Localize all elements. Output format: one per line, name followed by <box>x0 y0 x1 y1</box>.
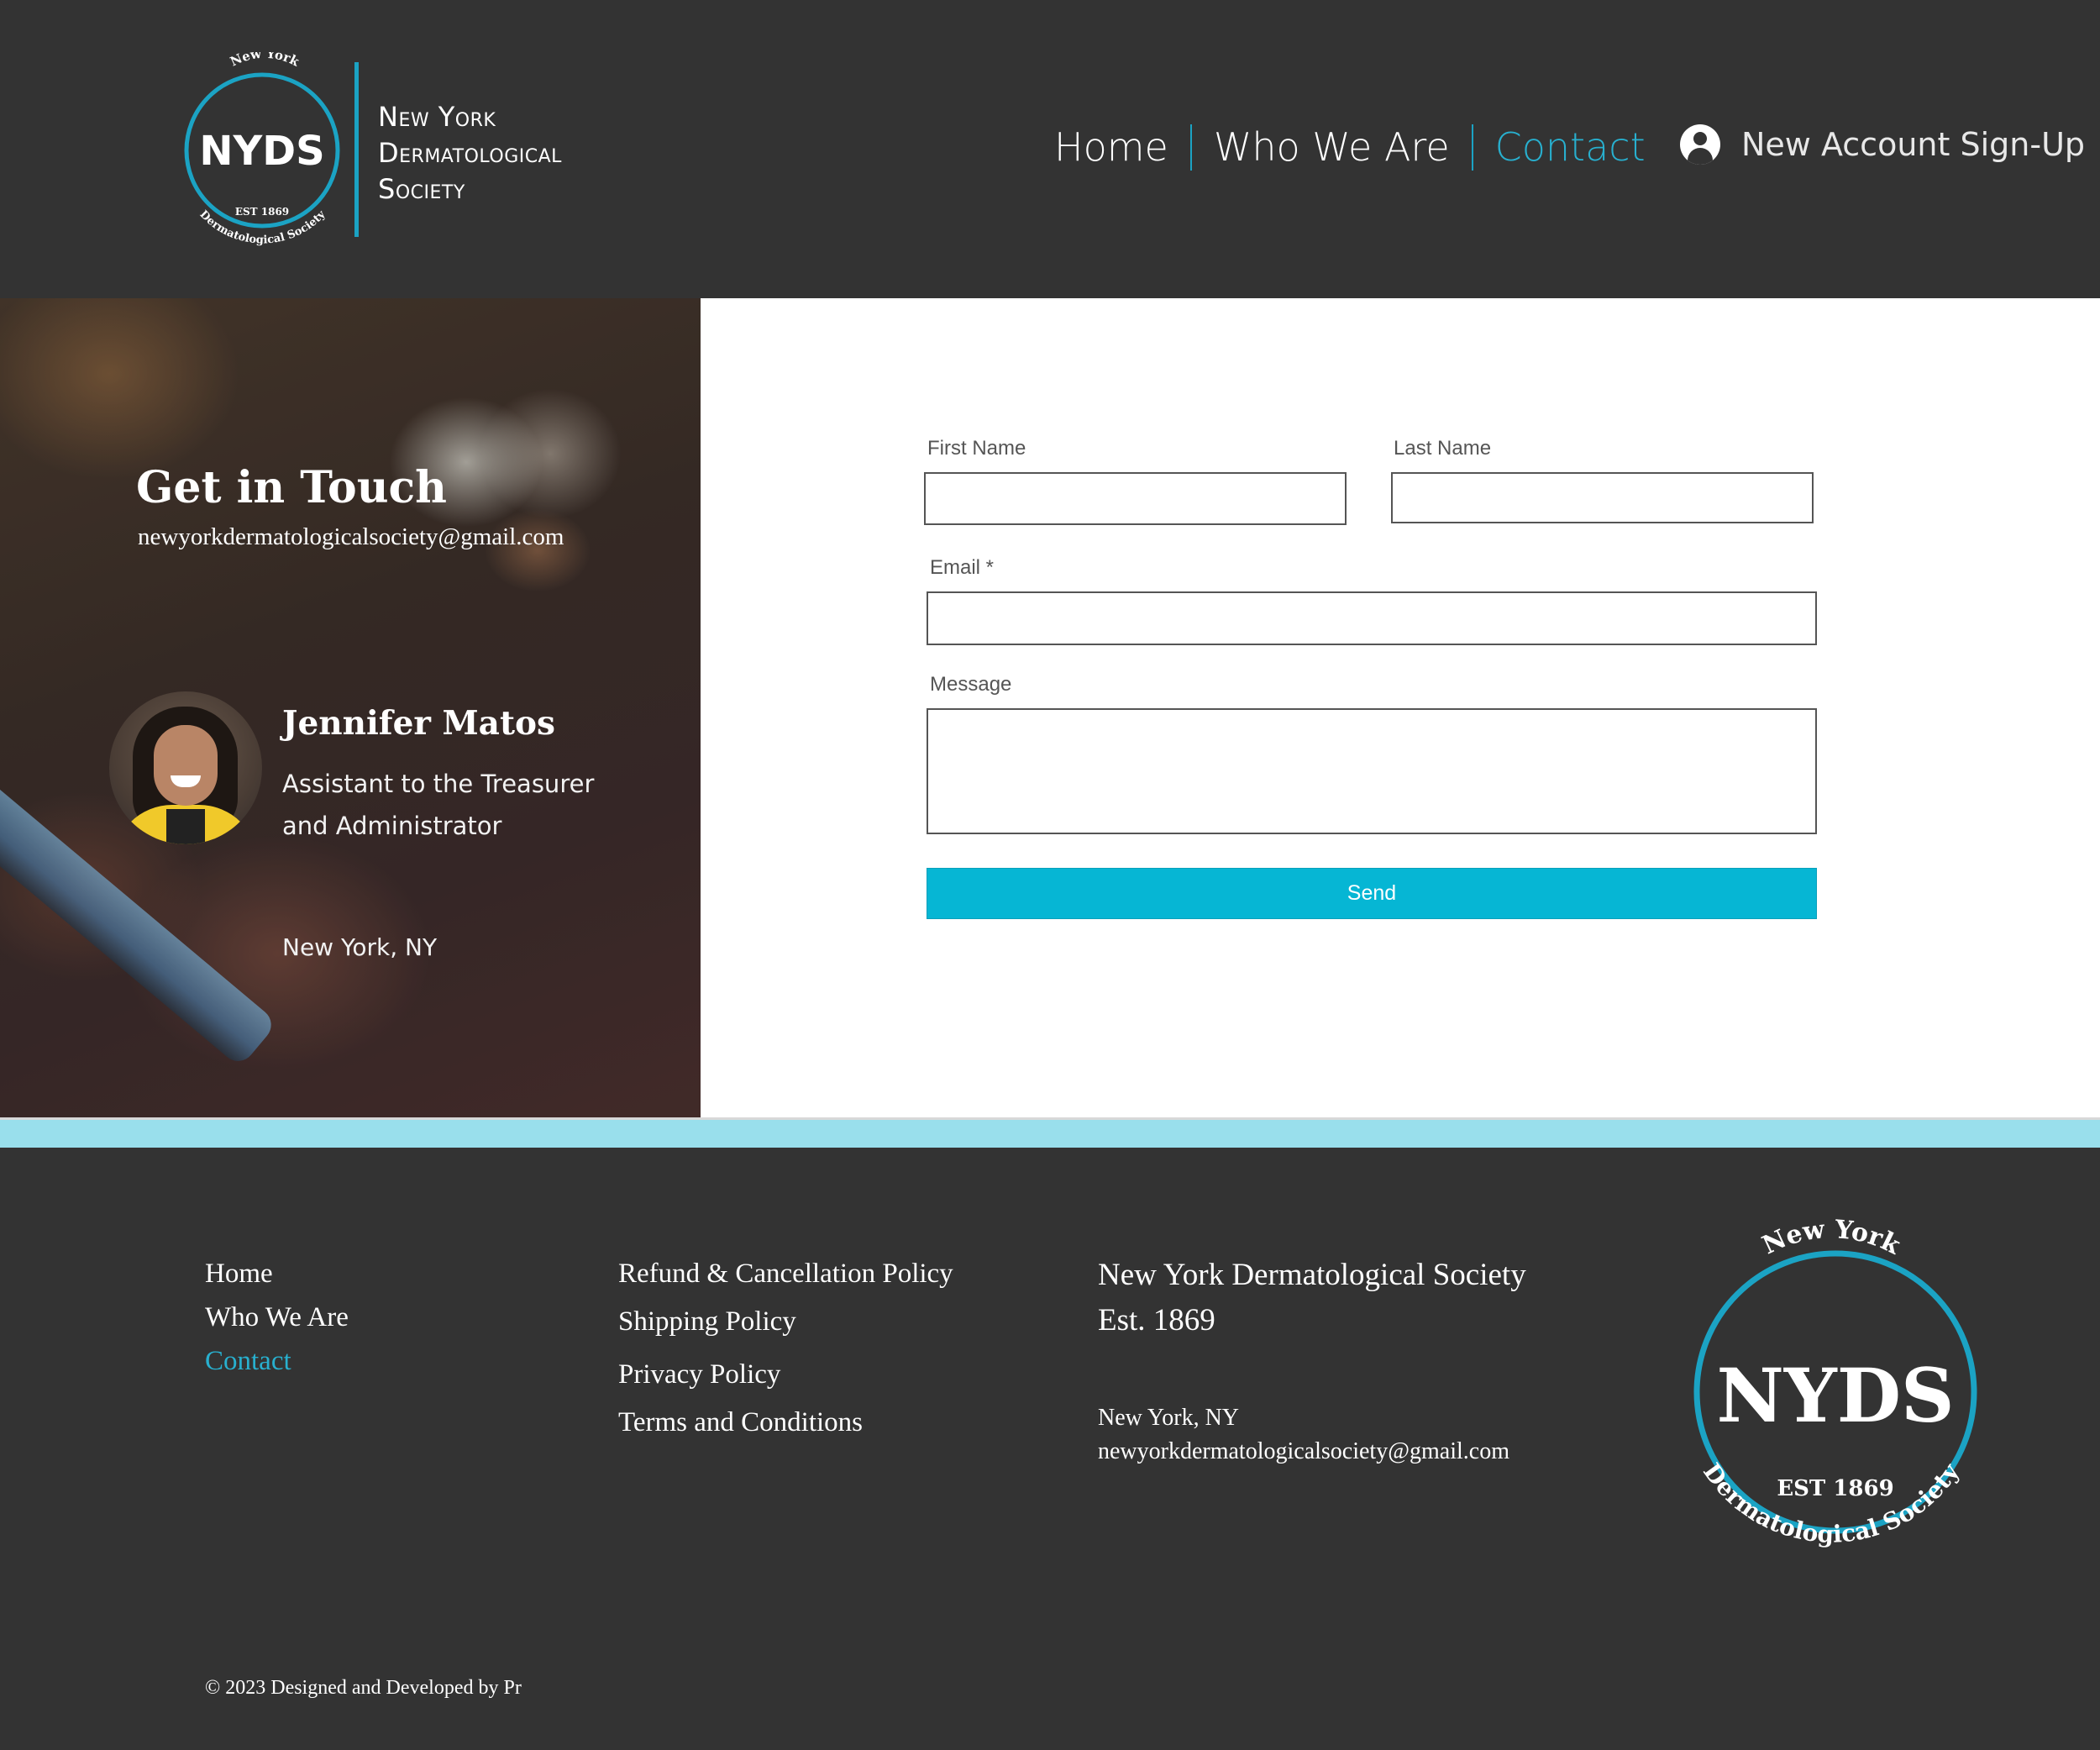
main-nav: Home Who We Are Contact <box>1054 118 1667 176</box>
footer-link-shipping-policy[interactable]: Shipping Policy <box>618 1306 796 1337</box>
contact-person-role: Assistant to the Treasurer and Administr… <box>282 770 595 840</box>
svg-text:New York: New York <box>228 52 302 70</box>
send-button[interactable]: Send <box>927 868 1817 919</box>
avatar <box>109 691 262 844</box>
email-label: Email * <box>930 556 995 579</box>
footer-location: New York, NY <box>1098 1405 1240 1431</box>
svg-text:EST 1869: EST 1869 <box>1777 1476 1893 1501</box>
nyds-seal-logo[interactable]: New York NYDS EST 1869 Dermatological So… <box>176 46 349 250</box>
wordmark-line: Society <box>378 173 465 205</box>
svg-text:EST 1869: EST 1869 <box>235 206 289 218</box>
copyright: © 2023 Designed and Developed by Pr <box>205 1677 522 1699</box>
site-footer: Home Who We Are Contact Refund & Cancell… <box>0 1148 2100 1750</box>
email-field[interactable] <box>927 591 1817 645</box>
footer-nyds-seal-logo: New York NYDS EST 1869 Dermatological So… <box>1676 1203 1995 1560</box>
signup-label: New Account Sign-Up <box>1741 126 2086 163</box>
nav-home[interactable]: Home <box>1054 122 1190 172</box>
first-name-field[interactable] <box>924 472 1347 525</box>
nav-who-we-are[interactable]: Who We Are <box>1192 122 1472 172</box>
site-header: New York NYDS EST 1869 Dermatological So… <box>0 0 2100 298</box>
last-name-field[interactable] <box>1391 472 1814 523</box>
footer-link-who-we-are[interactable]: Who We Are <box>205 1302 349 1333</box>
wordmark-line: New York <box>378 101 496 133</box>
footer-link-home[interactable]: Home <box>205 1259 273 1290</box>
new-account-signup-button[interactable]: New Account Sign-Up <box>1680 124 2085 165</box>
contact-location: New York, NY <box>282 933 438 961</box>
footer-link-terms[interactable]: Terms and Conditions <box>618 1407 863 1438</box>
svg-text:Dermatological Society: Dermatological Society <box>1698 1458 1965 1548</box>
user-account-icon <box>1680 124 1720 165</box>
svg-text:NYDS: NYDS <box>1716 1352 1954 1439</box>
logo-wordmark[interactable]: New York Dermatological Society <box>378 99 562 208</box>
svg-text:NYDS: NYDS <box>199 128 324 175</box>
footer-org-est: Est. 1869 <box>1098 1303 1215 1337</box>
footer-link-privacy-policy[interactable]: Privacy Policy <box>618 1359 780 1390</box>
accent-strip <box>0 1117 2100 1148</box>
footer-link-contact[interactable]: Contact <box>205 1346 291 1377</box>
last-name-label: Last Name <box>1394 437 1492 460</box>
contact-info-panel: Get in Touch newyorkdermatologicalsociet… <box>0 298 701 1117</box>
wordmark-line: Dermatological <box>378 137 562 169</box>
contact-email[interactable]: newyorkdermatologicalsociety@gmail.com <box>138 519 575 554</box>
message-label: Message <box>930 673 1012 696</box>
contact-form: First Name Last Name Email * Message Sen… <box>701 298 2100 1117</box>
footer-link-refund-policy[interactable]: Refund & Cancellation Policy <box>618 1259 953 1290</box>
nav-contact[interactable]: Contact <box>1473 122 1667 172</box>
get-in-touch-heading: Get in Touch <box>136 462 447 513</box>
first-name-label: First Name <box>927 437 1026 460</box>
message-field[interactable] <box>927 708 1817 834</box>
contact-person-name: Jennifer Matos <box>282 704 555 743</box>
logo-divider <box>354 62 359 237</box>
footer-org-name: New York Dermatological Society <box>1098 1258 1526 1292</box>
footer-email[interactable]: newyorkdermatologicalsociety@gmail.com <box>1098 1438 1509 1465</box>
